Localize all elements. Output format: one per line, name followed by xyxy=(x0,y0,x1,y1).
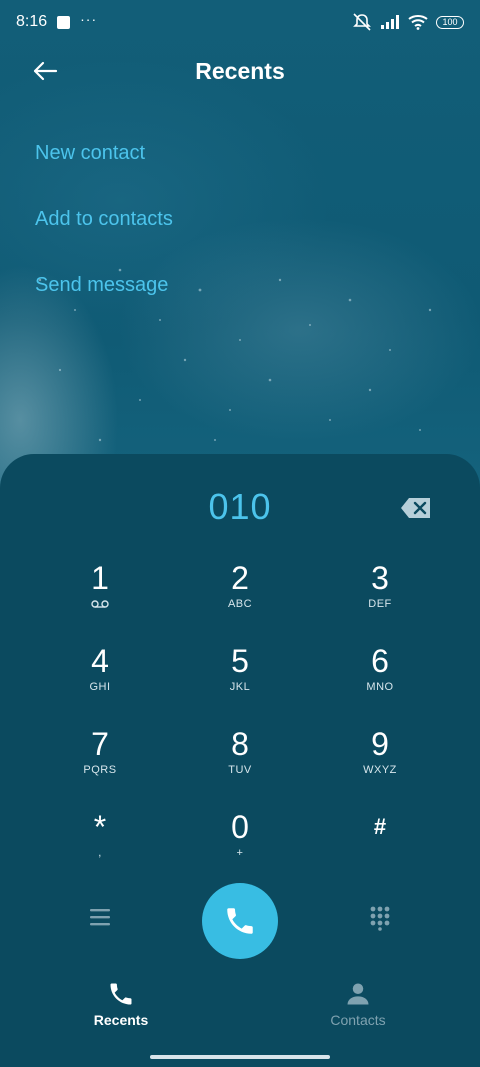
tab-label-recents: Recents xyxy=(93,1012,149,1028)
dialpad-panel: 010 1 2 ABC 3 DEF 4 GHI 5 JKL 6 MNO 7 PQ… xyxy=(0,454,480,1067)
number-actions: New contact Add to contacts Send message xyxy=(35,138,173,336)
app-header: Recents xyxy=(0,44,480,100)
send-message-link[interactable]: Send message xyxy=(35,270,173,336)
key-9[interactable]: 9 WXYZ xyxy=(320,726,440,796)
key-8[interactable]: 8 TUV xyxy=(180,726,300,796)
voicemail-icon xyxy=(91,600,109,608)
new-contact-link[interactable]: New contact xyxy=(35,138,173,204)
key-4[interactable]: 4 GHI xyxy=(40,643,160,713)
wifi-icon xyxy=(408,15,428,30)
notification-icon xyxy=(57,15,71,29)
dialpad-toggle-icon[interactable] xyxy=(369,905,391,931)
key-6[interactable]: 6 MNO xyxy=(320,643,440,713)
home-indicator[interactable] xyxy=(150,1055,330,1059)
status-bar: 8:16 ··· 100 xyxy=(0,0,480,44)
tab-label-contacts: Contacts xyxy=(330,1012,386,1028)
tab-recents[interactable]: Recents xyxy=(61,980,181,1028)
page-title: Recents xyxy=(195,58,285,84)
more-notifications-icon: ··· xyxy=(80,11,98,27)
phone-icon xyxy=(227,908,253,934)
key-hash[interactable]: # xyxy=(320,809,440,879)
key-3[interactable]: 3 DEF xyxy=(320,560,440,630)
backspace-icon[interactable] xyxy=(400,497,432,519)
tab-contacts[interactable]: Contacts xyxy=(298,980,418,1028)
add-to-contacts-link[interactable]: Add to contacts xyxy=(35,204,173,270)
key-1[interactable]: 1 xyxy=(40,560,160,630)
person-icon xyxy=(347,983,369,1005)
key-star[interactable]: * , xyxy=(40,809,160,879)
mute-icon xyxy=(353,13,371,31)
key-0[interactable]: 0 + xyxy=(180,809,300,879)
key-2[interactable]: 2 ABC xyxy=(180,560,300,630)
signal-icon xyxy=(381,15,399,29)
status-time: 8:16 xyxy=(16,13,48,30)
phone-icon xyxy=(110,983,132,1005)
call-button[interactable] xyxy=(202,883,278,959)
menu-icon[interactable] xyxy=(88,906,112,928)
key-5[interactable]: 5 JKL xyxy=(180,643,300,713)
key-7[interactable]: 7 PQRS xyxy=(40,726,160,796)
battery-icon: 100 xyxy=(436,15,464,29)
